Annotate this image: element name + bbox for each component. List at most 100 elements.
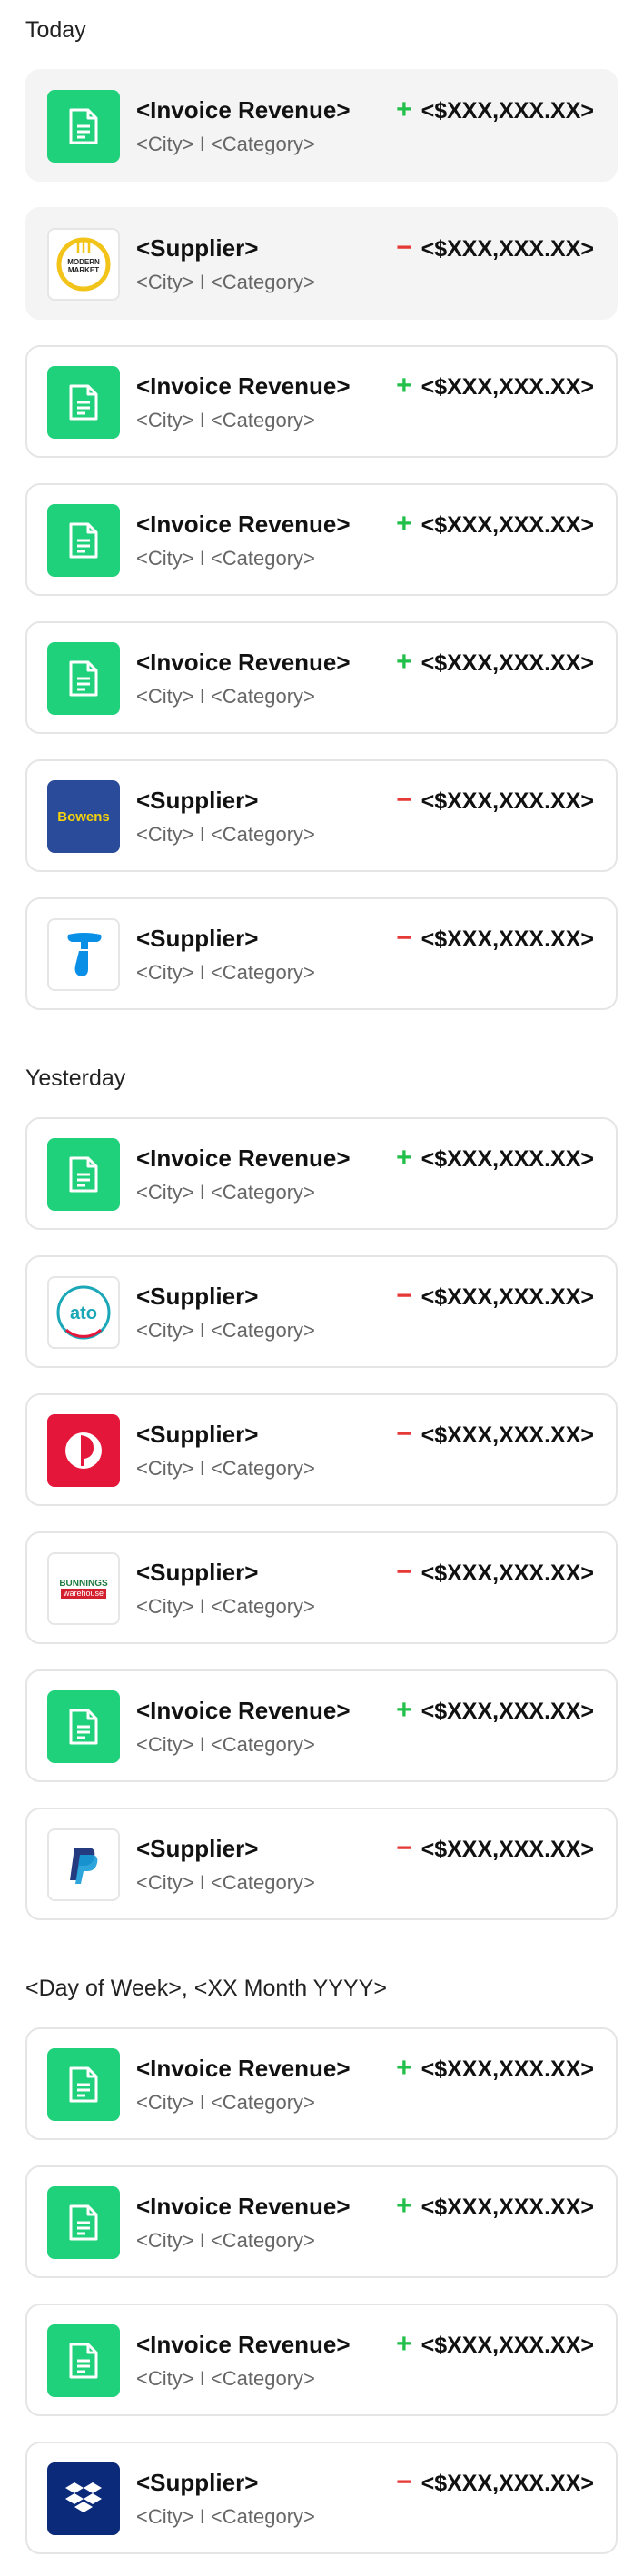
transaction-amount: + <$XXX,XXX.XX>: [396, 2053, 594, 2084]
amount-value: <$XXX,XXX.XX>: [420, 98, 594, 124]
plus-sign: +: [396, 371, 412, 401]
transaction-row[interactable]: <Supplier> <City> I <Category> − <$XXX,XX…: [25, 1393, 618, 1506]
transaction-row[interactable]: <Invoice Revenue> <City> I <Category> + <…: [25, 2165, 618, 2278]
bowens-logo-text: Bowens: [57, 808, 110, 825]
minus-sign: −: [396, 1419, 412, 1449]
transaction-subtitle: <City> I <Category>: [136, 547, 315, 570]
section-title-today: Today: [25, 17, 86, 43]
transaction-subtitle: <City> I <Category>: [136, 1733, 315, 1756]
transaction-title: <Supplier>: [136, 787, 259, 814]
transaction-title: <Invoice Revenue>: [136, 1144, 351, 1172]
amount-value: <$XXX,XXX.XX>: [420, 2195, 594, 2220]
transaction-title: <Invoice Revenue>: [136, 2331, 351, 2358]
transaction-row[interactable]: <Supplier> <City> I <Category> − <$XXX,XX…: [25, 897, 618, 1010]
amount-value: <$XXX,XXX.XX>: [420, 1146, 594, 1172]
plus-sign: +: [396, 2053, 412, 2083]
document-icon: [47, 1138, 120, 1211]
transaction-subtitle: <City> I <Category>: [136, 823, 315, 846]
transaction-row[interactable]: Bowens <Supplier> <City> I <Category> − <…: [25, 759, 618, 872]
transaction-row[interactable]: BUNNINGS warehouse <Supplier> <City> I <…: [25, 1531, 618, 1644]
document-icon: [47, 504, 120, 577]
transaction-title: <Invoice Revenue>: [136, 510, 351, 538]
transaction-amount: − <$XXX,XXX.XX>: [396, 785, 594, 816]
plus-sign: +: [396, 2329, 412, 2359]
transaction-row[interactable]: <Invoice Revenue> <City> I <Category> + <…: [25, 69, 618, 182]
paypal-logo: [47, 1828, 120, 1901]
transaction-row[interactable]: <Invoice Revenue> <City> I <Category> + <…: [25, 345, 618, 458]
transaction-subtitle: <City> I <Category>: [136, 2505, 315, 2528]
modern-market-logo: MODERN MARKET: [47, 228, 120, 301]
transaction-subtitle: <City> I <Category>: [136, 2229, 315, 2252]
plus-sign: +: [396, 2191, 412, 2221]
bowens-logo: Bowens: [47, 780, 120, 853]
document-icon: [47, 366, 120, 439]
transaction-amount: + <$XXX,XXX.XX>: [396, 371, 594, 401]
section-title-yesterday: Yesterday: [25, 1065, 126, 1091]
ato-logo-text: ato: [70, 1303, 97, 1323]
section-title-date: <Day of Week>, <XX Month YYYY>: [25, 1976, 387, 2001]
transaction-amount: + <$XXX,XXX.XX>: [396, 509, 594, 540]
minus-sign: −: [396, 923, 412, 953]
transaction-row[interactable]: <Invoice Revenue> <City> I <Category> + <…: [25, 621, 618, 734]
transaction-subtitle: <City> I <Category>: [136, 409, 315, 431]
transaction-amount: − <$XXX,XXX.XX>: [396, 1281, 594, 1312]
transaction-subtitle: <City> I <Category>: [136, 2367, 315, 2390]
transaction-title: <Supplier>: [136, 925, 259, 952]
transaction-title: <Supplier>: [136, 1421, 259, 1448]
transaction-row[interactable]: <Invoice Revenue> <City> I <Category> + <…: [25, 2027, 618, 2140]
transaction-subtitle: <City> I <Category>: [136, 133, 315, 155]
bunnings-logo-line2: warehouse: [60, 1588, 107, 1599]
minus-sign: −: [396, 1833, 412, 1863]
transaction-title: <Invoice Revenue>: [136, 649, 351, 676]
transaction-row[interactable]: MODERN MARKET <Supplier> <City> I <Categ…: [25, 207, 618, 320]
transaction-amount: + <$XXX,XXX.XX>: [396, 94, 594, 125]
transaction-title: <Invoice Revenue>: [136, 2193, 351, 2220]
amount-value: <$XXX,XXX.XX>: [420, 374, 594, 400]
transaction-amount: + <$XXX,XXX.XX>: [396, 647, 594, 678]
transaction-row[interactable]: <Invoice Revenue> <City> I <Category> + <…: [25, 1669, 618, 1782]
plus-sign: +: [396, 509, 412, 539]
amount-value: <$XXX,XXX.XX>: [420, 236, 594, 262]
transaction-row[interactable]: <Supplier> <City> I <Category> − <$XXX,XX…: [25, 1808, 618, 1920]
transaction-title: <Supplier>: [136, 234, 259, 262]
transaction-title: <Invoice Revenue>: [136, 372, 351, 400]
transaction-title: <Invoice Revenue>: [136, 1697, 351, 1724]
transaction-row[interactable]: <Invoice Revenue> <City> I <Category> + <…: [25, 483, 618, 596]
minus-sign: −: [396, 233, 412, 263]
transaction-subtitle: <City> I <Category>: [136, 1319, 315, 1342]
amount-value: <$XXX,XXX.XX>: [420, 1837, 594, 1862]
transaction-amount: + <$XXX,XXX.XX>: [396, 2191, 594, 2222]
transaction-row[interactable]: ato <Supplier> <City> I <Category> − <$XX…: [25, 1255, 618, 1368]
transaction-amount: − <$XXX,XXX.XX>: [396, 2467, 594, 2498]
amount-value: <$XXX,XXX.XX>: [420, 1284, 594, 1310]
plus-sign: +: [396, 94, 412, 124]
telstra-logo: [47, 918, 120, 991]
transaction-title: <Supplier>: [136, 2469, 259, 2496]
transaction-subtitle: <City> I <Category>: [136, 1181, 315, 1204]
plus-sign: +: [396, 1695, 412, 1725]
transaction-row[interactable]: <Supplier> <City> I <Category> − <$XXX,XX…: [25, 2442, 618, 2554]
auspost-logo: [47, 1414, 120, 1487]
transaction-row[interactable]: <Invoice Revenue> <City> I <Category> + <…: [25, 1117, 618, 1230]
document-icon: [47, 2324, 120, 2397]
transaction-subtitle: <City> I <Category>: [136, 685, 315, 708]
amount-value: <$XXX,XXX.XX>: [420, 926, 594, 952]
transaction-title: <Supplier>: [136, 1835, 259, 1862]
document-icon: [47, 90, 120, 163]
plus-sign: +: [396, 1143, 412, 1173]
plus-sign: +: [396, 647, 412, 677]
transaction-row[interactable]: <Invoice Revenue> <City> I <Category> + <…: [25, 2304, 618, 2416]
amount-value: <$XXX,XXX.XX>: [420, 2056, 594, 2082]
transaction-amount: − <$XXX,XXX.XX>: [396, 923, 594, 954]
amount-value: <$XXX,XXX.XX>: [420, 2333, 594, 2358]
amount-value: <$XXX,XXX.XX>: [420, 1699, 594, 1724]
minus-sign: −: [396, 1557, 412, 1587]
document-icon: [47, 2048, 120, 2121]
amount-value: <$XXX,XXX.XX>: [420, 1560, 594, 1586]
ato-logo: ato: [47, 1276, 120, 1349]
amount-value: <$XXX,XXX.XX>: [420, 650, 594, 676]
modern-market-logo-line2: MARKET: [68, 266, 99, 274]
transaction-title: <Supplier>: [136, 1559, 259, 1586]
transaction-amount: + <$XXX,XXX.XX>: [396, 1695, 594, 1726]
amount-value: <$XXX,XXX.XX>: [420, 2471, 594, 2496]
